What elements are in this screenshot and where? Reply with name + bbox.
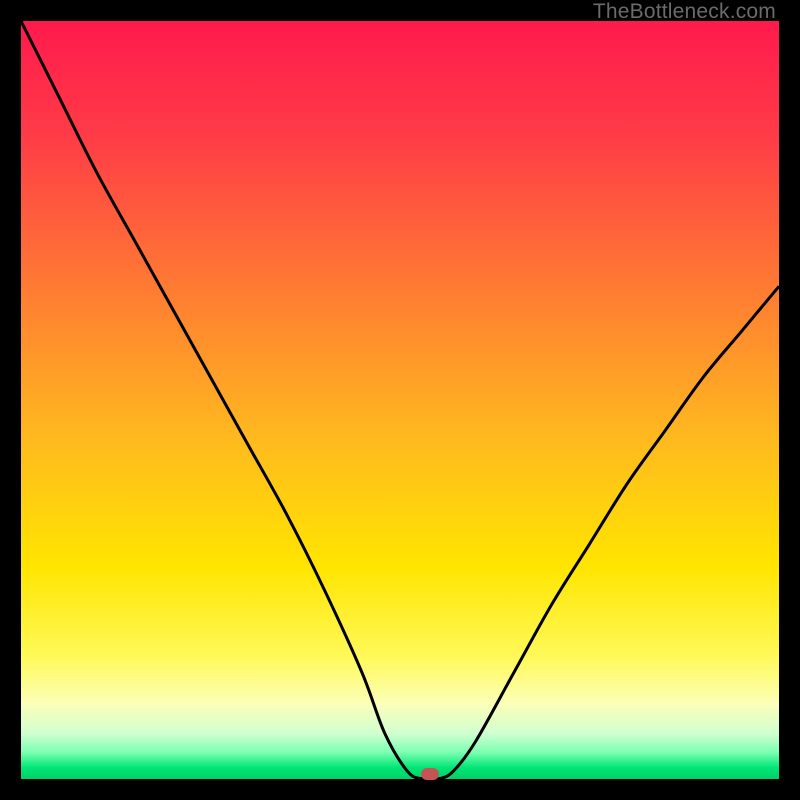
bottleneck-curve xyxy=(21,21,779,779)
curve-layer xyxy=(21,21,779,779)
chart-frame xyxy=(21,21,779,779)
optimum-marker xyxy=(421,768,439,780)
watermark-text: TheBottleneck.com xyxy=(593,0,776,24)
plot-area xyxy=(21,21,779,779)
